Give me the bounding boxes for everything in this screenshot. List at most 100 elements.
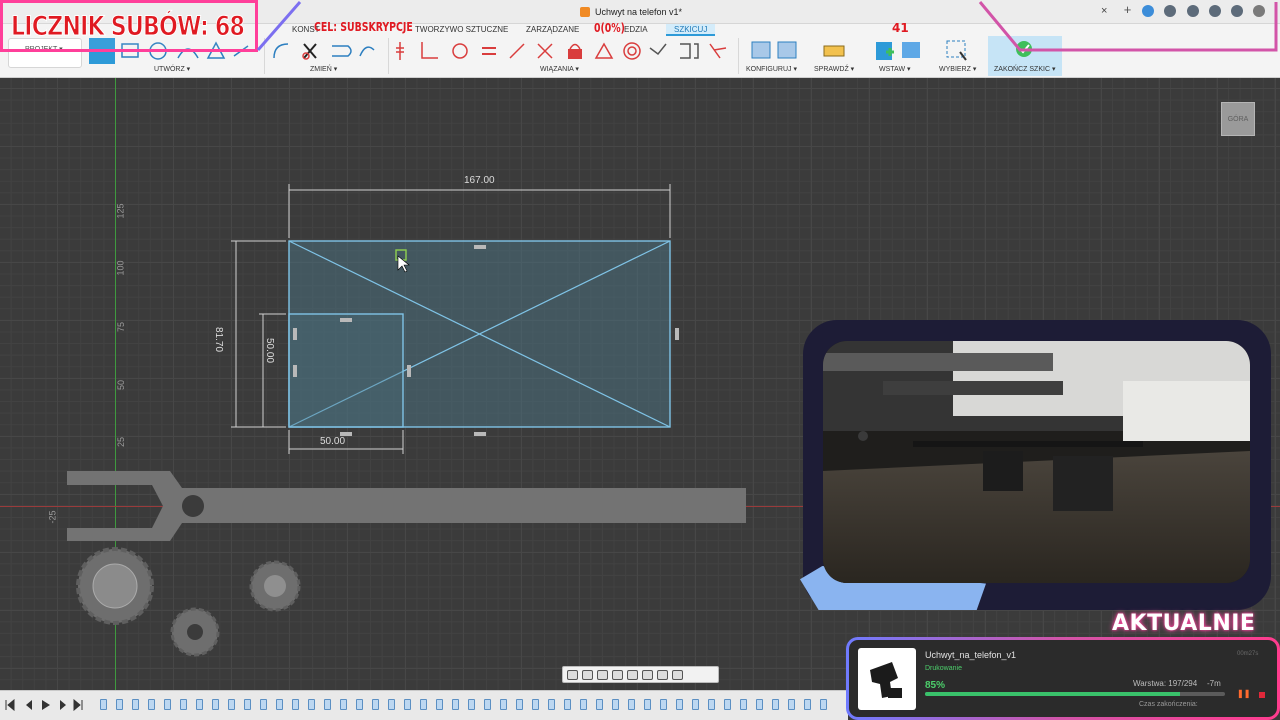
group-modify-label[interactable]: ZMIEŃ ▾ bbox=[310, 65, 337, 73]
measure-icon[interactable] bbox=[822, 42, 846, 62]
timeline-feature[interactable] bbox=[372, 699, 379, 710]
configuration-table-icon bbox=[777, 41, 797, 59]
timeline-feature[interactable] bbox=[324, 699, 331, 710]
zoom-icon[interactable] bbox=[612, 669, 623, 680]
timeline-feature[interactable] bbox=[532, 699, 539, 710]
viewcube[interactable]: GÓRA bbox=[1221, 102, 1255, 136]
dimension-width-value[interactable]: 167.00 bbox=[464, 175, 495, 186]
tab-manage[interactable]: ZARZĄDZANE bbox=[526, 24, 579, 36]
trim-scissors-icon bbox=[303, 43, 317, 59]
timeline-feature[interactable] bbox=[628, 699, 635, 710]
document-tab[interactable]: Uchwyt na telefon v1* bbox=[580, 3, 682, 21]
stop-print-button[interactable] bbox=[1259, 692, 1265, 698]
pan-hand-icon[interactable] bbox=[597, 669, 608, 680]
group-constraints-label[interactable]: WIĄZANIA ▾ bbox=[540, 65, 579, 73]
extensions-icon[interactable] bbox=[1142, 5, 1154, 17]
timeline-feature[interactable] bbox=[644, 699, 651, 710]
timeline-feature[interactable] bbox=[468, 699, 475, 710]
timeline-feature[interactable] bbox=[292, 699, 299, 710]
timeline-feature[interactable] bbox=[340, 699, 347, 710]
timeline-feature[interactable] bbox=[564, 699, 571, 710]
fit-icon[interactable] bbox=[627, 669, 638, 680]
group-configure-label[interactable]: KONFIGURUJ ▾ bbox=[746, 65, 797, 73]
timeline-feature[interactable] bbox=[404, 699, 411, 710]
sketch-inner-rectangle bbox=[288, 313, 404, 428]
timeline-next-icon bbox=[60, 700, 66, 710]
timeline-feature[interactable] bbox=[548, 699, 555, 710]
timeline-feature[interactable] bbox=[676, 699, 683, 710]
group-inspect-label[interactable]: SPRAWDŹ ▾ bbox=[814, 65, 854, 73]
timeline-feature[interactable] bbox=[356, 699, 363, 710]
navigation-bar bbox=[562, 666, 719, 683]
tab-sketch[interactable]: SZKICUJ bbox=[666, 24, 716, 36]
timeline-feature[interactable] bbox=[100, 699, 107, 710]
notifications-icon[interactable] bbox=[1209, 5, 1221, 17]
timeline-feature[interactable] bbox=[804, 699, 811, 710]
timeline-feature[interactable] bbox=[116, 699, 123, 710]
timeline-feature[interactable] bbox=[788, 699, 795, 710]
job-status-icon[interactable] bbox=[1164, 5, 1176, 17]
timeline-feature[interactable] bbox=[132, 699, 139, 710]
timeline-feature[interactable] bbox=[276, 699, 283, 710]
dimension-inner-width-value[interactable]: 50.00 bbox=[320, 436, 345, 447]
print-progress-percent: 85% bbox=[925, 680, 946, 691]
new-tab-button[interactable]: + bbox=[1121, 3, 1134, 17]
timeline-feature[interactable] bbox=[452, 699, 459, 710]
insert-tools bbox=[876, 42, 920, 60]
select-window-icon[interactable] bbox=[944, 38, 970, 62]
timeline-feature[interactable] bbox=[724, 699, 731, 710]
dimension-inner-height-value[interactable]: 50.00 bbox=[264, 338, 275, 363]
look-at-icon[interactable] bbox=[582, 669, 593, 680]
timeline-feature[interactable] bbox=[244, 699, 251, 710]
timeline-feature[interactable] bbox=[436, 699, 443, 710]
timeline-feature[interactable] bbox=[164, 699, 171, 710]
timeline-feature[interactable] bbox=[388, 699, 395, 710]
sketch-canvas[interactable] bbox=[0, 78, 780, 690]
timeline-feature[interactable] bbox=[660, 699, 667, 710]
close-tab-button[interactable]: × bbox=[1101, 5, 1107, 17]
timeline-feature[interactable] bbox=[580, 699, 587, 710]
timeline-feature[interactable] bbox=[756, 699, 763, 710]
timeline-feature[interactable] bbox=[516, 699, 523, 710]
body-hole bbox=[182, 495, 204, 517]
timeline-feature[interactable] bbox=[484, 699, 491, 710]
history-icon[interactable] bbox=[1187, 5, 1199, 17]
orbit-icon[interactable] bbox=[567, 669, 578, 680]
group-finish-label[interactable]: ZAKOŃCZ SZKIC ▾ bbox=[994, 65, 1055, 73]
tab-utilities[interactable]: EDZIA bbox=[624, 24, 648, 36]
help-icon[interactable] bbox=[1231, 5, 1243, 17]
equal-icon bbox=[482, 47, 496, 55]
timeline-feature[interactable] bbox=[596, 699, 603, 710]
timeline-feature[interactable] bbox=[228, 699, 235, 710]
grid-settings-icon[interactable] bbox=[657, 669, 668, 680]
timeline-feature[interactable] bbox=[820, 699, 827, 710]
print-elapsed-time: 00m27s bbox=[1237, 651, 1259, 657]
viewcube-top-label: GÓRA bbox=[1227, 116, 1249, 123]
account-avatar[interactable] bbox=[1253, 5, 1265, 17]
timeline-feature[interactable] bbox=[308, 699, 315, 710]
document-title: Uchwyt na telefon v1* bbox=[595, 7, 683, 17]
dimension-height-value[interactable]: 81.70 bbox=[213, 327, 224, 352]
timeline-feature[interactable] bbox=[740, 699, 747, 710]
tab-plastic[interactable]: TWORZYWO SZTUCZNE bbox=[415, 24, 508, 36]
timeline-feature[interactable] bbox=[260, 699, 267, 710]
symmetry-icon bbox=[680, 43, 699, 59]
curvature-icon bbox=[709, 43, 727, 59]
timeline-feature[interactable] bbox=[180, 699, 187, 710]
group-insert-label[interactable]: WSTAW ▾ bbox=[879, 65, 911, 73]
timeline-feature[interactable] bbox=[420, 699, 427, 710]
pause-print-button[interactable]: ❚❚ bbox=[1237, 689, 1250, 698]
timeline-feature[interactable] bbox=[148, 699, 155, 710]
timeline-feature[interactable] bbox=[500, 699, 507, 710]
group-create-label[interactable]: UTWÓRZ ▾ bbox=[154, 65, 190, 73]
group-select-label[interactable]: WYBIERZ ▾ bbox=[939, 65, 976, 73]
viewports-icon[interactable] bbox=[672, 669, 683, 680]
timeline-first-icon bbox=[5, 699, 15, 711]
timeline-feature[interactable] bbox=[196, 699, 203, 710]
timeline-feature[interactable] bbox=[692, 699, 699, 710]
timeline-feature[interactable] bbox=[772, 699, 779, 710]
display-settings-icon[interactable] bbox=[642, 669, 653, 680]
timeline-feature[interactable] bbox=[612, 699, 619, 710]
timeline-feature[interactable] bbox=[708, 699, 715, 710]
timeline-feature[interactable] bbox=[212, 699, 219, 710]
